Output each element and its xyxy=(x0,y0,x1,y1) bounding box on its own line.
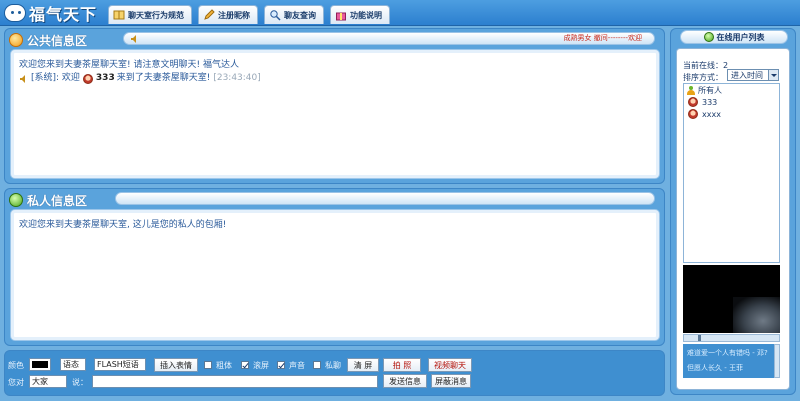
avatar-icon xyxy=(82,73,93,84)
private-area-panel: 私人信息区 欢迎您来到夫妻茶屋聊天室, 这儿是您的私人的包厢! xyxy=(4,188,665,346)
message-text: 来到了夫妻茶屋聊天室! xyxy=(116,73,211,83)
user-name: 333 xyxy=(702,97,718,107)
block-messages-button[interactable]: 屏蔽消息 xyxy=(431,374,471,388)
user-name: xxxx xyxy=(702,109,721,119)
flash-phrase-select[interactable]: FLASH短语 xyxy=(94,358,146,371)
speaker-icon xyxy=(20,74,25,83)
user-list-item[interactable]: 333 xyxy=(684,96,779,108)
mood-select[interactable]: 语态 xyxy=(60,358,86,371)
sound-checkbox[interactable] xyxy=(277,361,285,369)
public-area-title: 公共信息区 xyxy=(27,33,88,48)
bold-checkbox[interactable] xyxy=(204,361,212,369)
scroll-checkbox[interactable] xyxy=(241,361,249,369)
video-seekbar[interactable] xyxy=(683,334,780,342)
color-label: 颜色 xyxy=(8,361,24,370)
tab-label: 注册昵称 xyxy=(218,10,250,20)
say-label: 说： xyxy=(72,378,88,387)
insert-emoji-button[interactable]: 插入表情 xyxy=(154,358,198,372)
search-icon xyxy=(270,10,281,21)
cat-logo-icon xyxy=(4,4,26,22)
sound-label: 声音 xyxy=(289,361,305,370)
sidebar-title: 在线用户列表 xyxy=(716,32,765,42)
online-label-text: 当前在线： xyxy=(683,61,723,70)
bullhorn-icon xyxy=(9,33,23,47)
user-name: 所有人 xyxy=(698,85,722,95)
speaker-icon xyxy=(131,35,136,43)
music-notice-box: 难道爱一个人有错吗 - 邓? 但愿人长久 - 王菲 xyxy=(683,344,780,378)
avatar-icon xyxy=(688,109,698,119)
username[interactable]: 333 xyxy=(96,72,115,85)
clear-screen-button[interactable]: 清 屏 xyxy=(347,358,379,372)
message-text: 欢迎您来到夫妻茶屋聊天室! 请注意文明聊天! 福气达人 xyxy=(19,60,239,70)
message-line: [系统]: 欢迎 333 来到了夫妻茶屋聊天室! [23:43:40] xyxy=(19,72,651,85)
target-label: 您对 xyxy=(8,378,24,387)
private-header-bar xyxy=(115,192,655,205)
nav-tabs: 聊天室行为规范 注册昵称 聊友查询 功能说明 xyxy=(108,5,390,24)
tab-register[interactable]: 注册昵称 xyxy=(198,5,258,24)
top-bar: 福气天下 聊天室行为规范 注册昵称 聊友查询 功能说明 xyxy=(0,0,800,26)
sidebar-scrollbar[interactable] xyxy=(774,344,780,378)
scroll-label: 滚屏 xyxy=(253,361,269,370)
public-area-panel: 公共信息区 成熟男女 撤间--------欢迎 欢迎您来到夫妻茶屋聊天室! 请注… xyxy=(4,28,665,184)
sidebar-title-bar: 在线用户列表 xyxy=(680,30,788,44)
sort-label: 排序方式： xyxy=(683,73,723,82)
take-photo-button[interactable]: 拍 照 xyxy=(383,358,421,372)
message-input[interactable] xyxy=(92,375,378,388)
public-messages: 欢迎您来到夫妻茶屋聊天室! 请注意文明聊天! 福气达人 [系统]: 欢迎 333… xyxy=(10,49,660,179)
color-picker[interactable] xyxy=(29,358,51,371)
bold-label: 粗体 xyxy=(216,361,232,370)
avatar-icon xyxy=(688,97,698,107)
message-line: 欢迎您来到夫妻茶屋聊天室! 请注意文明聊天! 福气达人 xyxy=(19,59,651,72)
tab-help[interactable]: 功能说明 xyxy=(330,5,390,24)
video-frame xyxy=(733,297,780,333)
private-area-title: 私人信息区 xyxy=(27,193,88,208)
private-checkbox[interactable] xyxy=(313,361,321,369)
private-area-title-wrap: 私人信息区 xyxy=(9,192,87,209)
message-text: 欢迎您来到夫妻茶屋聊天室, 这儿是您的私人的包厢! xyxy=(19,220,227,230)
user-list-item[interactable]: 所有人 xyxy=(684,84,779,96)
private-messages: 欢迎您来到夫妻茶屋聊天室, 这儿是您的私人的包厢! xyxy=(10,209,660,341)
tab-chat-rules[interactable]: 聊天室行为规范 xyxy=(108,5,192,24)
timestamp: [23:43:40] xyxy=(213,73,261,83)
video-preview[interactable] xyxy=(683,265,780,333)
user-list: 所有人 333 xxxx xyxy=(683,83,780,263)
chevron-down-icon[interactable] xyxy=(768,70,778,80)
song-notice[interactable]: 但愿人长久 - 王菲 xyxy=(687,363,743,373)
user-list-item[interactable]: xxxx xyxy=(684,108,779,120)
public-area-title-wrap: 公共信息区 xyxy=(9,32,87,49)
pencil-icon xyxy=(204,9,215,20)
sort-select[interactable]: 进入时间 xyxy=(727,69,779,81)
seek-handle[interactable] xyxy=(698,335,701,341)
tab-search-friends[interactable]: 聊友查询 xyxy=(264,5,324,24)
send-message-button[interactable]: 发送信息 xyxy=(383,374,427,388)
sort-value: 进入时间 xyxy=(731,70,763,80)
group-icon xyxy=(687,85,695,95)
marquee-bar: 成熟男女 撤间--------欢迎 xyxy=(123,32,655,45)
marquee-text: 成熟男女 撤间--------欢迎 xyxy=(563,34,642,42)
tab-label: 聊友查询 xyxy=(284,10,316,20)
video-chat-button[interactable]: 视频聊天 xyxy=(428,358,472,372)
logo-text: 福气天下 xyxy=(29,5,98,24)
site-logo: 福气天下 xyxy=(4,3,98,24)
color-swatch xyxy=(32,361,48,368)
system-prefix: [系统]: 欢迎 xyxy=(31,73,80,83)
controls-panel xyxy=(4,350,665,396)
message-line: 欢迎您来到夫妻茶屋聊天室, 这儿是您的私人的包厢! xyxy=(19,219,651,232)
song-notice[interactable]: 难道爱一个人有错吗 - 邓? xyxy=(687,348,768,358)
online-count-label: 当前在线：2 xyxy=(683,60,728,71)
private-label: 私聊 xyxy=(325,361,341,370)
gift-icon xyxy=(336,12,346,21)
users-icon xyxy=(703,32,714,42)
book-icon xyxy=(113,10,125,20)
target-select[interactable]: 大家 xyxy=(29,375,67,388)
private-chat-icon xyxy=(9,193,23,207)
tab-label: 聊天室行为规范 xyxy=(128,10,184,20)
tab-label: 功能说明 xyxy=(350,10,382,20)
